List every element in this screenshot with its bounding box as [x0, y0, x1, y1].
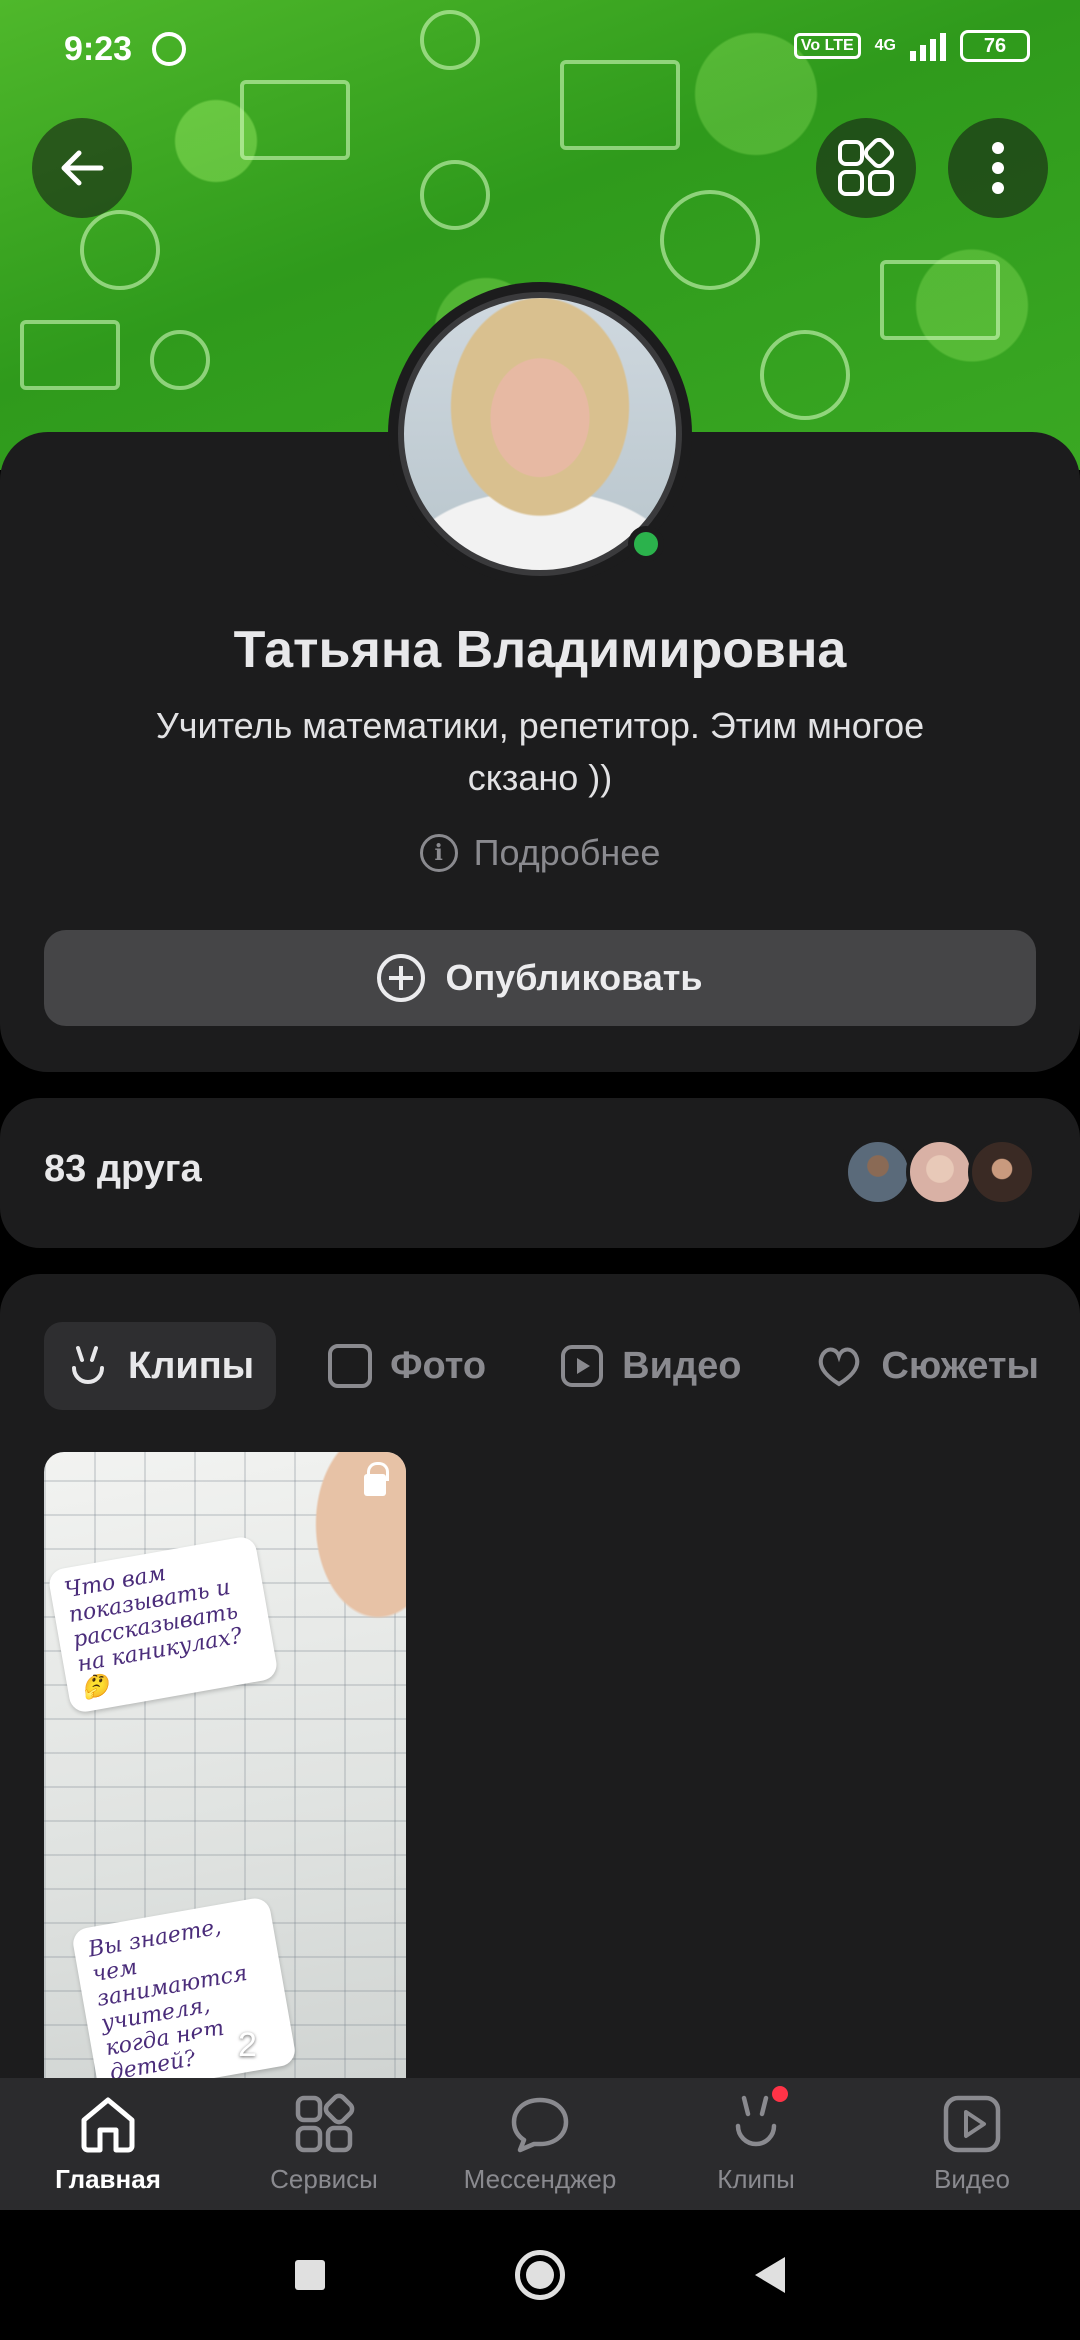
back-button[interactable] [32, 118, 132, 218]
recent-apps-icon[interactable] [295, 2260, 325, 2290]
nav-label: Сервисы [270, 2164, 378, 2194]
more-button[interactable] [948, 118, 1048, 218]
tab-label: Фото [390, 1344, 487, 1387]
more-info-label: Подробнее [473, 832, 661, 873]
profile-name: Татьяна Владимировна [233, 621, 847, 679]
cover-doodle [150, 330, 210, 390]
clip-hand-image [306, 1452, 406, 1632]
profile-status: Учитель математики, репетитор. Этим мног… [155, 705, 925, 798]
friends-card[interactable]: 83 друга [0, 1098, 1080, 1248]
publish-button[interactable]: Опубликовать [44, 930, 1036, 1026]
friend-avatars[interactable] [844, 1138, 1036, 1206]
video-icon [561, 1345, 604, 1387]
cover-doodle [80, 210, 160, 290]
lock-icon [364, 1462, 389, 1496]
signal-icon [910, 31, 946, 61]
nav-label: Видео [934, 2164, 1010, 2194]
system-back-icon[interactable] [755, 2257, 785, 2293]
status-bar: 9:23 Vo LTE 4G 76 [0, 0, 1080, 100]
tab-video[interactable]: Видео [538, 1322, 763, 1410]
online-indicator [628, 526, 664, 562]
nav-label: Главная [55, 2164, 161, 2194]
nav-clips[interactable]: Клипы [648, 2078, 864, 2210]
notification-badge [772, 2086, 788, 2102]
messenger-icon [511, 2097, 569, 2153]
more-vertical-icon [992, 142, 1004, 194]
nav-label: Мессенджер [463, 2164, 617, 2194]
nav-services[interactable]: Сервисы [216, 2078, 432, 2210]
status-indicators: Vo LTE 4G 76 [793, 30, 1030, 62]
services-icon [295, 2093, 355, 2153]
tab-label: Клипы [128, 1344, 255, 1387]
clip-sticker-top: Что вам показывать и рассказывать на кан… [47, 1534, 279, 1715]
bottom-navigation: Главная Сервисы Мессенджер Клипы Видео [0, 2078, 1080, 2210]
nav-video[interactable]: Видео [864, 2078, 1080, 2210]
tab-label: Видео [622, 1344, 742, 1387]
content-tabs: Клипы Фото Видео Сюжеты [44, 1322, 1061, 1410]
cover-doodle [760, 330, 850, 420]
tab-label: Сюжеты [881, 1344, 1039, 1387]
nav-messenger[interactable]: Мессенджер [432, 2078, 648, 2210]
photo-icon [328, 1344, 373, 1388]
clip-thumbnail[interactable]: Что вам показывать и рассказывать на кан… [44, 1452, 406, 2094]
grid-icon [838, 138, 895, 196]
cover-doodle [880, 260, 1000, 340]
friend-avatar [968, 1138, 1036, 1206]
publish-label: Опубликовать [445, 957, 703, 998]
more-info-link[interactable]: i Подробнее [0, 832, 1080, 874]
eye-icon [190, 2034, 226, 2057]
system-navigation [0, 2210, 1080, 2340]
plus-circle-icon [377, 954, 426, 1002]
tab-photo[interactable]: Фото [306, 1322, 508, 1410]
home-icon [81, 2097, 135, 2153]
content-card: Клипы Фото Видео Сюжеты Что вам показыва… [0, 1274, 1080, 2094]
friend-avatar [906, 1138, 974, 1206]
arrow-left-icon [61, 150, 104, 186]
clip-sticker-bottom: Вы знаете, чем занимаются учителя, когда… [70, 1895, 298, 2094]
cover-doodle [660, 190, 760, 290]
friend-avatar [844, 1138, 912, 1206]
nav-label: Клипы [717, 2164, 795, 2194]
battery-icon: 76 [960, 30, 1030, 62]
clip-views: 2 [190, 2026, 257, 2065]
clip-views-count: 2 [238, 2026, 257, 2064]
cover-doodle [420, 160, 490, 230]
friends-count: 83 друга [44, 1148, 202, 1190]
clips-icon [72, 1346, 104, 1384]
stories-icon [819, 1347, 860, 1387]
volte-icon: Vo LTE [793, 33, 861, 59]
cover-doodle [20, 320, 120, 390]
info-icon: i [419, 834, 458, 872]
alarm-icon [152, 32, 186, 66]
tab-clips[interactable]: Клипы [44, 1322, 277, 1410]
home-button-icon[interactable] [515, 2250, 565, 2300]
network-type: 4G [874, 37, 896, 54]
status-time: 9:23 [64, 30, 133, 68]
video-icon [943, 2095, 1001, 2153]
tab-stories[interactable]: Сюжеты [793, 1322, 1061, 1410]
nav-home[interactable]: Главная [0, 2078, 216, 2210]
services-button[interactable] [816, 118, 916, 218]
